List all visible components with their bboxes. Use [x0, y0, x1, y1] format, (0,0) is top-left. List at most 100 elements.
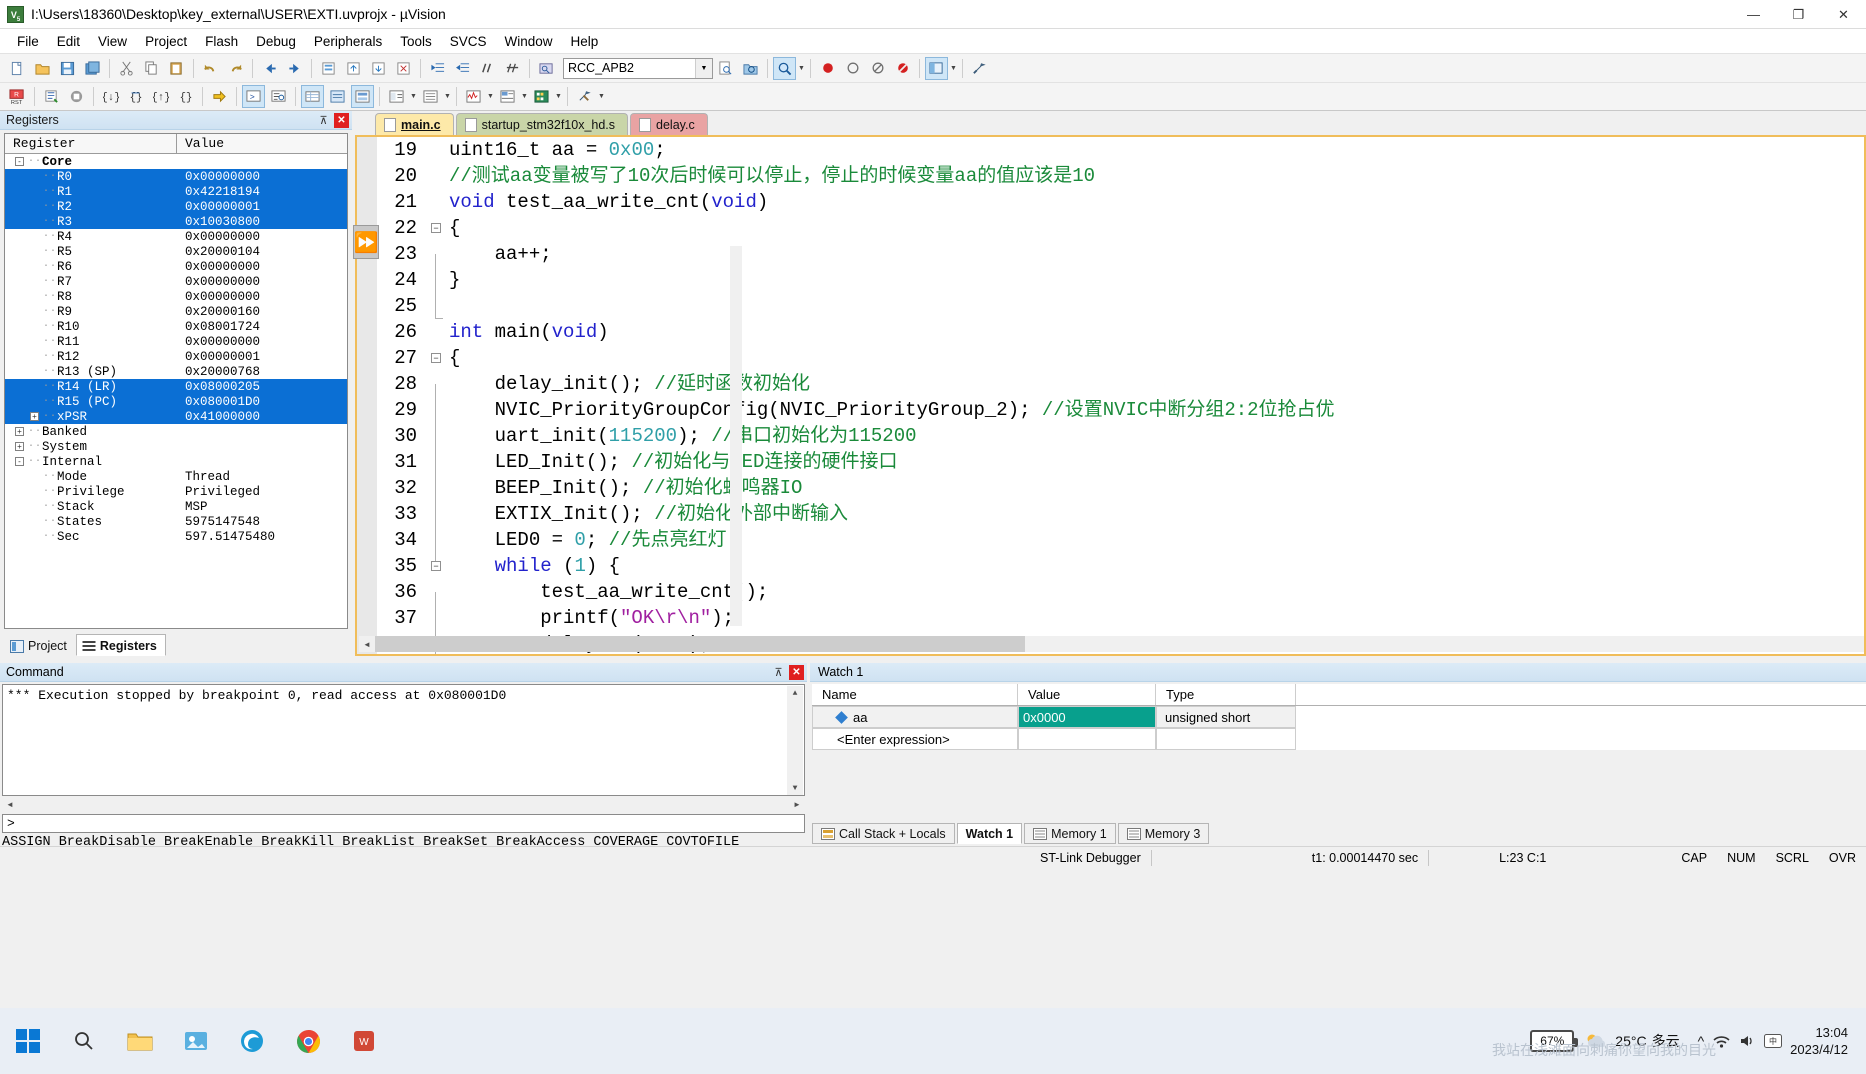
tab-memory-3[interactable]: Memory 3 — [1117, 823, 1210, 844]
register-row[interactable]: ··· Mode Thread — [5, 469, 347, 484]
register-row[interactable]: + ··· xPSR 0x41000000 — [5, 409, 347, 424]
find-in-files-icon[interactable] — [739, 57, 762, 80]
register-row[interactable]: ··· Privilege Privileged — [5, 484, 347, 499]
menu-flash[interactable]: Flash — [196, 31, 247, 52]
register-row[interactable]: ··· States 5975147548 — [5, 514, 347, 529]
register-row[interactable]: ··· R3 0x10030800 — [5, 214, 347, 229]
copy-icon[interactable] — [140, 57, 163, 80]
bookmark-clear-icon[interactable] — [392, 57, 415, 80]
code-line[interactable]: 21 void test_aa_write_cnt(void) — [357, 189, 1864, 215]
minimize-button[interactable]: — — [1731, 0, 1776, 29]
close-button[interactable]: ✕ — [1821, 0, 1866, 29]
menu-debug[interactable]: Debug — [247, 31, 305, 52]
tree-expander-icon[interactable]: - — [15, 457, 24, 466]
code-line[interactable]: 31 LED_Init(); //初始化与LED连接的硬件接口 — [357, 449, 1864, 488]
code-line[interactable]: 28 delay_init(); //延时函数初始化 — [357, 371, 1864, 410]
register-row[interactable]: + ··· System — [5, 439, 347, 454]
code-line[interactable]: 19 uint16_t aa = 0x00; — [357, 137, 1864, 163]
fold-collapse-icon[interactable]: − — [431, 353, 441, 363]
nav-forward-icon[interactable] — [283, 57, 306, 80]
register-row[interactable]: - ··· Core — [5, 154, 347, 169]
uncomment-icon[interactable] — [501, 57, 524, 80]
start-button[interactable] — [0, 1018, 56, 1064]
taskbar-search[interactable] — [56, 1015, 112, 1067]
code-line[interactable]: 36 test_aa_write_cnt(); — [357, 579, 1864, 618]
command-vertical-scrollbar[interactable]: ▲ ▼ — [787, 686, 803, 795]
debug-settings-dropdown-icon[interactable]: ▼ — [597, 85, 606, 108]
watch-dropdown-icon[interactable]: ▼ — [409, 85, 418, 108]
disassembly-window-icon[interactable] — [267, 85, 290, 108]
doc-tab-startup[interactable]: startup_stm32f10x_hd.s — [455, 113, 629, 135]
menu-tools[interactable]: Tools — [391, 31, 441, 52]
scroll-up-icon[interactable]: ▲ — [787, 686, 803, 701]
watch-row-aa[interactable]: aa 0x0000 unsigned short — [812, 706, 1866, 728]
code-line[interactable]: 27 −{ — [357, 345, 1864, 371]
command-window-icon[interactable]: > — [242, 85, 265, 108]
watch-new-value[interactable] — [1018, 728, 1156, 750]
serial-window-icon[interactable] — [462, 85, 485, 108]
watch-row-value[interactable]: 0x0000 — [1018, 706, 1156, 728]
menu-file[interactable]: File — [8, 31, 48, 52]
undo-icon[interactable] — [199, 57, 222, 80]
registers-window-icon[interactable] — [326, 85, 349, 108]
breakpoint-insert-icon[interactable] — [816, 57, 839, 80]
register-row[interactable]: ··· R11 0x00000000 — [5, 334, 347, 349]
tree-expander-icon[interactable]: - — [15, 157, 24, 166]
comment-icon[interactable] — [476, 57, 499, 80]
scroll-left-icon[interactable]: ◄ — [359, 636, 375, 652]
outdent-icon[interactable] — [451, 57, 474, 80]
watch-row-new[interactable]: <Enter expression> — [812, 728, 1866, 750]
watch-new-expression[interactable]: <Enter expression> — [812, 728, 1018, 750]
scroll-left-icon[interactable]: ◄ — [2, 796, 18, 812]
new-file-icon[interactable] — [6, 57, 29, 80]
reset-icon[interactable]: R RST — [6, 85, 29, 108]
code-line[interactable]: 24} — [357, 267, 1864, 306]
step-over-icon[interactable]: {} — [124, 85, 147, 108]
cmd-hscroll-track[interactable] — [18, 796, 789, 812]
memory-window-icon[interactable] — [419, 85, 442, 108]
register-row[interactable]: ··· Sec 597.51475480 — [5, 529, 347, 544]
tab-project[interactable]: Project — [4, 634, 76, 656]
cut-icon[interactable] — [115, 57, 138, 80]
watch-row-name[interactable]: aa — [812, 706, 1018, 728]
chevron-down-icon[interactable]: ▼ — [695, 58, 712, 78]
run-to-cursor-icon[interactable]: {} — [174, 85, 197, 108]
trace-dropdown-icon[interactable]: ▼ — [554, 85, 563, 108]
register-row[interactable]: ··· Stack MSP — [5, 499, 347, 514]
bookmark-toggle-icon[interactable] — [317, 57, 340, 80]
code-line[interactable]: 20 //测试aa变量被写了10次后时候可以停止，停止的时候变量aa的值应该是10 — [357, 163, 1864, 189]
browse-symbol-icon[interactable] — [535, 57, 558, 80]
register-row[interactable]: ··· R6 0x00000000 — [5, 259, 347, 274]
trace-window-icon[interactable] — [530, 85, 553, 108]
menu-edit[interactable]: Edit — [48, 31, 89, 52]
code-line[interactable]: 35 − while (1) { — [357, 553, 1864, 579]
register-row[interactable]: ··· R9 0x20000160 — [5, 304, 347, 319]
register-row[interactable]: ··· R15 (PC) 0x080001D0 — [5, 394, 347, 409]
fold-collapse-icon[interactable]: − — [431, 223, 441, 233]
breakpoint-disable-all-icon[interactable] — [866, 57, 889, 80]
nav-back-icon[interactable] — [258, 57, 281, 80]
breakpoint-disable-icon[interactable] — [841, 57, 864, 80]
register-row[interactable]: ··· R8 0x00000000 — [5, 289, 347, 304]
tab-registers[interactable]: Registers — [75, 634, 166, 656]
magnifier-icon[interactable] — [773, 56, 796, 80]
register-row[interactable]: ··· R14 (LR) 0x08000205 — [5, 379, 347, 394]
code-line[interactable]: 37 printf("OK\r\n"); — [357, 605, 1864, 644]
editor-horizontal-scrollbar[interactable]: ◄ — [359, 636, 1864, 652]
menu-window[interactable]: Window — [495, 31, 561, 52]
code-line[interactable]: 33 EXTIX_Init(); //初始化外部中断输入 — [357, 501, 1864, 540]
code-line[interactable]: 25 — [357, 293, 1864, 319]
watch-table[interactable]: Name Value Type aa 0x0000 unsigned short… — [812, 684, 1866, 750]
editor-left-margin-scroll[interactable] — [730, 246, 742, 626]
fold-margin[interactable]: − — [423, 553, 449, 579]
code-line[interactable]: 26 int main(void) — [357, 319, 1864, 345]
text-search-icon[interactable] — [714, 57, 737, 80]
symbol-combo[interactable]: RCC_APB2 ▼ — [563, 57, 713, 79]
taskbar-wps[interactable]: W — [336, 1015, 392, 1067]
scroll-right-icon[interactable]: ► — [789, 796, 805, 812]
close-icon[interactable]: ✕ — [789, 664, 804, 680]
step-out-icon[interactable]: {↑} — [149, 85, 172, 108]
window-layout-dropdown-icon[interactable]: ▼ — [949, 57, 958, 80]
register-row[interactable]: ··· R10 0x08001724 — [5, 319, 347, 334]
bookmark-prev-icon[interactable] — [342, 57, 365, 80]
